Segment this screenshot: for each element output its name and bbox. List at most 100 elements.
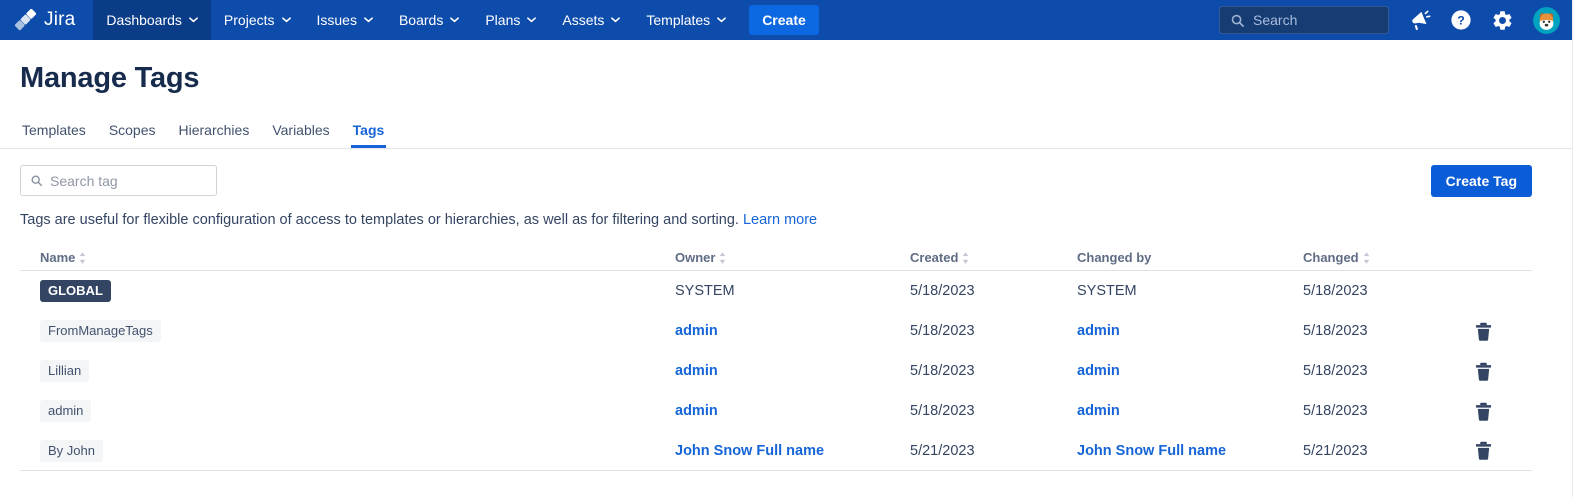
nav-item-assets[interactable]: Assets (549, 0, 633, 40)
column-label: Changed (1303, 250, 1359, 265)
nav-item-label: Issues (317, 12, 357, 28)
tags-description: Tags are useful for flexible configurati… (20, 212, 1532, 228)
changed-by-text: SYSTEM (1077, 283, 1137, 299)
column-header-changed[interactable]: Changed (1303, 250, 1463, 265)
owner-link[interactable]: admin (675, 363, 718, 379)
table-body: GLOBAL SYSTEM 5/18/2023 SYSTEM 5/18/2023 From… (20, 271, 1532, 471)
nav-item-label: Dashboards (106, 12, 182, 28)
created-date: 5/18/2023 (910, 403, 975, 419)
changed-date: 5/18/2023 (1303, 283, 1368, 299)
nav-item-label: Projects (224, 12, 275, 28)
nav-item-label: Templates (646, 12, 710, 28)
changed-by-link[interactable]: John Snow Full name (1077, 443, 1226, 459)
navbar-right: ? (1219, 0, 1585, 40)
settings-button[interactable] (1491, 9, 1514, 32)
changed-date: 5/18/2023 (1303, 363, 1368, 379)
table-row: GLOBALSYSTEM5/18/2023SYSTEM5/18/2023 (20, 271, 1532, 311)
announcement-button[interactable] (1408, 9, 1431, 32)
tag-name-badge: Lillian (40, 360, 89, 382)
help-button[interactable]: ? (1450, 9, 1472, 31)
top-navbar: Jira Dashboards Projects Issues Boards Plans… (0, 0, 1585, 40)
tag-search-input[interactable] (50, 173, 200, 189)
table-row: Lillian admin 5/18/2023 admin 5/18/2023 (20, 351, 1532, 391)
search-icon (1230, 13, 1245, 28)
column-header-changed-by: Changed by (1077, 250, 1303, 265)
table-header: Name OwnerCreated Changed by Changed (20, 245, 1532, 271)
sort-icon (962, 252, 969, 264)
chevron-down-icon (527, 17, 536, 23)
trash-icon (1475, 322, 1492, 341)
trash-icon (1475, 362, 1492, 381)
page-content: Manage Tags TemplatesScopesHierarchiesVa… (0, 59, 1585, 471)
chevron-down-icon (189, 17, 198, 23)
nav-item-dashboards[interactable]: Dashboards (93, 0, 211, 40)
nav-item-templates[interactable]: Templates (633, 0, 739, 40)
nav-item-boards[interactable]: Boards (386, 0, 472, 40)
vertical-scrollbar[interactable] (1572, 0, 1585, 497)
tag-search[interactable] (20, 165, 217, 196)
chevron-down-icon (611, 17, 620, 23)
tab-scopes[interactable]: Scopes (107, 122, 158, 148)
nav-item-projects[interactable]: Projects (211, 0, 304, 40)
changed-date: 5/18/2023 (1303, 323, 1368, 339)
column-header-created[interactable]: Created (910, 250, 1077, 265)
created-date: 5/18/2023 (910, 323, 975, 339)
tab-variables[interactable]: Variables (270, 122, 331, 148)
tag-name-badge: By John (40, 440, 103, 462)
tags-table: Name OwnerCreated Changed by Changed GLOBAL… (20, 245, 1532, 471)
nav-item-label: Plans (485, 12, 520, 28)
delete-tag-button[interactable] (1467, 355, 1499, 387)
description-text: Tags are useful for flexible configurati… (20, 212, 739, 228)
user-avatar[interactable] (1533, 7, 1560, 34)
announcement-icon (1408, 9, 1431, 32)
svg-text:?: ? (1457, 13, 1465, 27)
tabs: Templates Scopes Hierarchies Variables Tags (20, 122, 1532, 148)
tab-templates[interactable]: Templates (20, 122, 88, 148)
owner-text: SYSTEM (675, 283, 735, 299)
jira-logo-icon (14, 9, 37, 32)
global-search[interactable] (1219, 6, 1389, 34)
changed-by-link[interactable]: admin (1077, 363, 1120, 379)
create-button[interactable]: Create (749, 5, 819, 35)
delete-tag-button[interactable] (1467, 315, 1499, 347)
owner-link[interactable]: John Snow Full name (675, 443, 824, 459)
chevron-down-icon (450, 17, 459, 23)
table-row: admin admin 5/18/2023 admin 5/18/2023 (20, 391, 1532, 431)
tab-tags[interactable]: Tags (351, 122, 387, 148)
changed-by-link[interactable]: admin (1077, 403, 1120, 419)
table-row: By JohnJohn Snow Full name5/21/2023John … (20, 431, 1532, 471)
global-search-input[interactable] (1253, 12, 1373, 28)
owner-link[interactable]: admin (675, 403, 718, 419)
created-date: 5/18/2023 (910, 363, 975, 379)
jira-logo[interactable]: Jira (0, 0, 93, 40)
tag-toolbar: Create Tag (20, 165, 1532, 197)
changed-by-link[interactable]: admin (1077, 323, 1120, 339)
owner-link[interactable]: admin (675, 323, 718, 339)
sort-icon (719, 252, 726, 264)
search-icon (30, 174, 43, 187)
help-icon: ? (1450, 9, 1472, 31)
brand-name: Jira (44, 9, 75, 31)
changed-date: 5/18/2023 (1303, 403, 1368, 419)
trash-icon (1475, 441, 1492, 460)
tab-hierarchies[interactable]: Hierarchies (177, 122, 252, 148)
tabs-container: Templates Scopes Hierarchies Variables Tags (0, 122, 1585, 149)
tag-name-badge: FromManageTags (40, 320, 161, 342)
primary-nav: Dashboards Projects Issues Boards Plans Asset… (93, 0, 739, 40)
tag-name-badge: GLOBAL (40, 280, 111, 302)
nav-item-issues[interactable]: Issues (304, 0, 386, 40)
delete-tag-button[interactable] (1467, 435, 1499, 467)
delete-tag-button[interactable] (1467, 395, 1499, 427)
column-label: Changed by (1077, 250, 1151, 265)
column-label: Name (40, 250, 75, 265)
column-header-name[interactable]: Name (40, 250, 675, 265)
create-tag-button[interactable]: Create Tag (1431, 165, 1532, 197)
chevron-down-icon (282, 17, 291, 23)
column-label: Created (910, 250, 958, 265)
dog-avatar-icon (1533, 7, 1560, 34)
learn-more-link[interactable]: Learn more (743, 212, 817, 228)
column-header-owner[interactable]: Owner (675, 250, 910, 265)
nav-item-plans[interactable]: Plans (472, 0, 549, 40)
tag-name-badge: admin (40, 400, 91, 422)
chevron-down-icon (717, 17, 726, 23)
